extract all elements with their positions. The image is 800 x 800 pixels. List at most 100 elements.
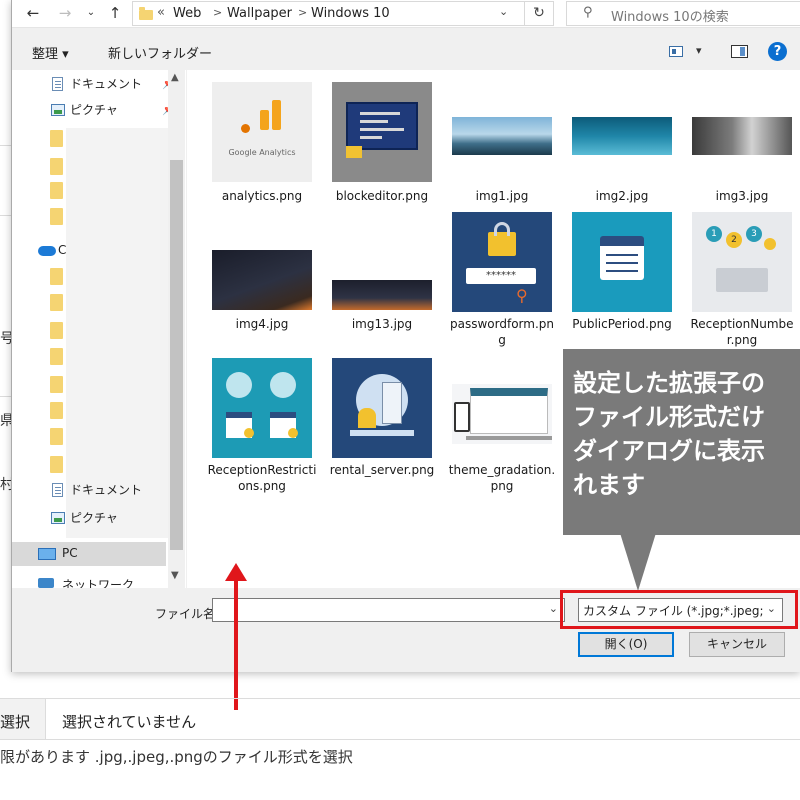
file-tile[interactable]: blockeditor.png <box>327 70 437 220</box>
search-box[interactable]: ⚲ Windows 10の検索 <box>566 1 800 26</box>
back-arrow-icon[interactable]: ← <box>22 2 44 24</box>
recent-locations-chevron-icon[interactable]: ⌄ <box>80 2 102 24</box>
file-tile[interactable]: PublicPeriod.png <box>567 210 677 350</box>
nav-pane-scrollbar[interactable]: ▲ ▼ <box>168 70 185 588</box>
refresh-button[interactable]: ↻ <box>524 1 554 26</box>
number-badge-icon: 2 <box>726 232 742 248</box>
person-icon <box>358 408 376 428</box>
nav-item-pc[interactable]: PC <box>12 542 166 566</box>
code-line <box>360 136 382 139</box>
search-placeholder: Windows 10の検索 <box>611 10 729 25</box>
open-button[interactable]: 開く(O) <box>578 632 674 657</box>
receptionrestrictions-thumbnail <box>212 358 312 458</box>
folder-icon[interactable] <box>50 268 63 285</box>
folder-icon[interactable] <box>50 376 63 393</box>
cancel-button[interactable]: キャンセル <box>689 632 785 657</box>
reception-desk-icon <box>716 268 768 292</box>
folder-icon[interactable] <box>50 182 63 199</box>
file-tile[interactable]: img3.jpg <box>687 70 797 220</box>
file-tile[interactable]: 1 2 3 ReceptionNumber.png <box>687 210 797 360</box>
folder-icon[interactable] <box>50 322 63 339</box>
organize-button[interactable]: 整理 ▾ <box>32 43 69 62</box>
file-name: ReceptionRestrictions.png <box>207 463 317 493</box>
nav-item-label: ピクチャ <box>70 511 118 525</box>
scrollbar-thumb[interactable] <box>170 160 183 550</box>
onedrive-cloud-icon[interactable] <box>38 246 56 256</box>
file-open-dialog: ← → ⌄ ↑ « Web > Wallpaper > Windows 10 ⌄… <box>11 0 800 672</box>
number-badge-icon: 3 <box>746 226 762 242</box>
receptionnumber-thumbnail: 1 2 3 <box>692 212 792 312</box>
view-options-icon[interactable] <box>669 46 683 57</box>
folder-icon[interactable] <box>50 208 63 225</box>
chart-bar-icon <box>272 100 281 130</box>
key-icon: ⚲ <box>516 286 528 305</box>
file-name: img3.jpg <box>715 189 769 203</box>
nav-item-label: ドキュメント <box>70 77 143 91</box>
folder-icon[interactable] <box>50 402 63 419</box>
network-icon <box>38 578 54 588</box>
preview-pane-icon[interactable] <box>731 45 748 58</box>
file-type-highlight-box <box>560 590 798 629</box>
nav-item-pictures[interactable]: ピクチャ 📌 <box>46 98 176 122</box>
file-tile[interactable]: rental_server.png <box>327 356 437 496</box>
nav-item-documents[interactable]: ドキュメント 📌 <box>46 72 176 96</box>
file-tile[interactable]: img4.jpg <box>207 210 317 350</box>
redacted-folder-names <box>66 128 176 538</box>
pictures-icon <box>51 512 65 524</box>
folder-icon[interactable] <box>50 428 63 445</box>
scroll-down-icon[interactable]: ▼ <box>171 570 179 581</box>
forward-arrow-icon[interactable]: → <box>54 2 76 24</box>
file-tile[interactable]: ****** ⚲ passwordform.png <box>447 210 557 360</box>
nav-item-network[interactable]: ネットワーク <box>38 570 158 588</box>
server-rack-icon <box>382 382 402 424</box>
nav-item-documents-lower[interactable]: ドキュメント <box>46 478 170 502</box>
annotation-callout-text: 設定した拡張子の ファイル形式だけ ダイアログに表示 れます <box>573 369 765 499</box>
breadcrumb-web[interactable]: Web <box>173 6 201 21</box>
password-field-icon: ****** <box>466 268 536 284</box>
file-tile[interactable]: img2.jpg <box>567 70 677 220</box>
breadcrumb-separator: > <box>213 6 223 19</box>
folder-icon[interactable] <box>50 158 63 175</box>
nav-item-label: ピクチャ <box>70 103 118 117</box>
code-screen-icon <box>346 102 418 150</box>
file-name: analytics.png <box>221 189 303 203</box>
folder-icon[interactable] <box>50 130 63 147</box>
publicperiod-thumbnail <box>572 212 672 312</box>
filename-input[interactable]: ⌄ <box>212 598 565 622</box>
file-tile[interactable]: ReceptionRestrictions.png <box>207 356 317 506</box>
code-line <box>360 112 400 115</box>
file-tile[interactable]: theme_gradation.png <box>447 356 557 506</box>
breadcrumb-windows10[interactable]: Windows 10 <box>311 6 390 21</box>
blockeditor-thumbnail <box>332 82 432 182</box>
file-tile[interactable]: img1.jpg <box>447 70 557 220</box>
calendar-grid <box>606 254 638 256</box>
command-bar: 整理 ▾ 新しいフォルダー ▾ ? <box>12 34 800 70</box>
breadcrumb-wallpaper[interactable]: Wallpaper <box>227 6 292 21</box>
folder-icon[interactable] <box>50 456 63 473</box>
img2-thumbnail <box>572 117 672 155</box>
lock-shackle <box>494 222 510 236</box>
number-badge-icon: 1 <box>706 226 722 242</box>
address-bar[interactable]: « Web > Wallpaper > Windows 10 ⌄ <box>132 1 528 26</box>
thumbnail-caption: Google Analytics <box>228 148 296 157</box>
address-history-chevron-icon[interactable]: ⌄ <box>499 5 508 18</box>
analytics-thumbnail: Google Analytics <box>212 82 312 182</box>
new-folder-button[interactable]: 新しいフォルダー <box>108 43 212 62</box>
folder-icon[interactable] <box>50 348 63 365</box>
filename-history-chevron-icon[interactable]: ⌄ <box>549 602 558 615</box>
desk-icon <box>350 430 414 436</box>
up-arrow-icon[interactable]: ↑ <box>104 2 126 24</box>
nav-item-pictures-lower[interactable]: ピクチャ <box>46 506 170 530</box>
file-tile[interactable]: img13.jpg <box>327 210 437 350</box>
folder-icon[interactable] <box>50 294 63 311</box>
help-icon[interactable]: ? <box>768 42 787 61</box>
img1-thumbnail <box>452 117 552 155</box>
scroll-up-icon[interactable]: ▲ <box>171 72 179 83</box>
pictures-icon <box>51 104 65 116</box>
img4-thumbnail <box>212 250 312 310</box>
file-tile[interactable]: Google Analytics analytics.png <box>207 70 317 220</box>
file-name: img1.jpg <box>475 189 529 203</box>
code-line <box>360 120 388 123</box>
view-options-chevron-icon[interactable]: ▾ <box>696 44 702 57</box>
breadcrumb-overflow[interactable]: « <box>157 5 165 20</box>
